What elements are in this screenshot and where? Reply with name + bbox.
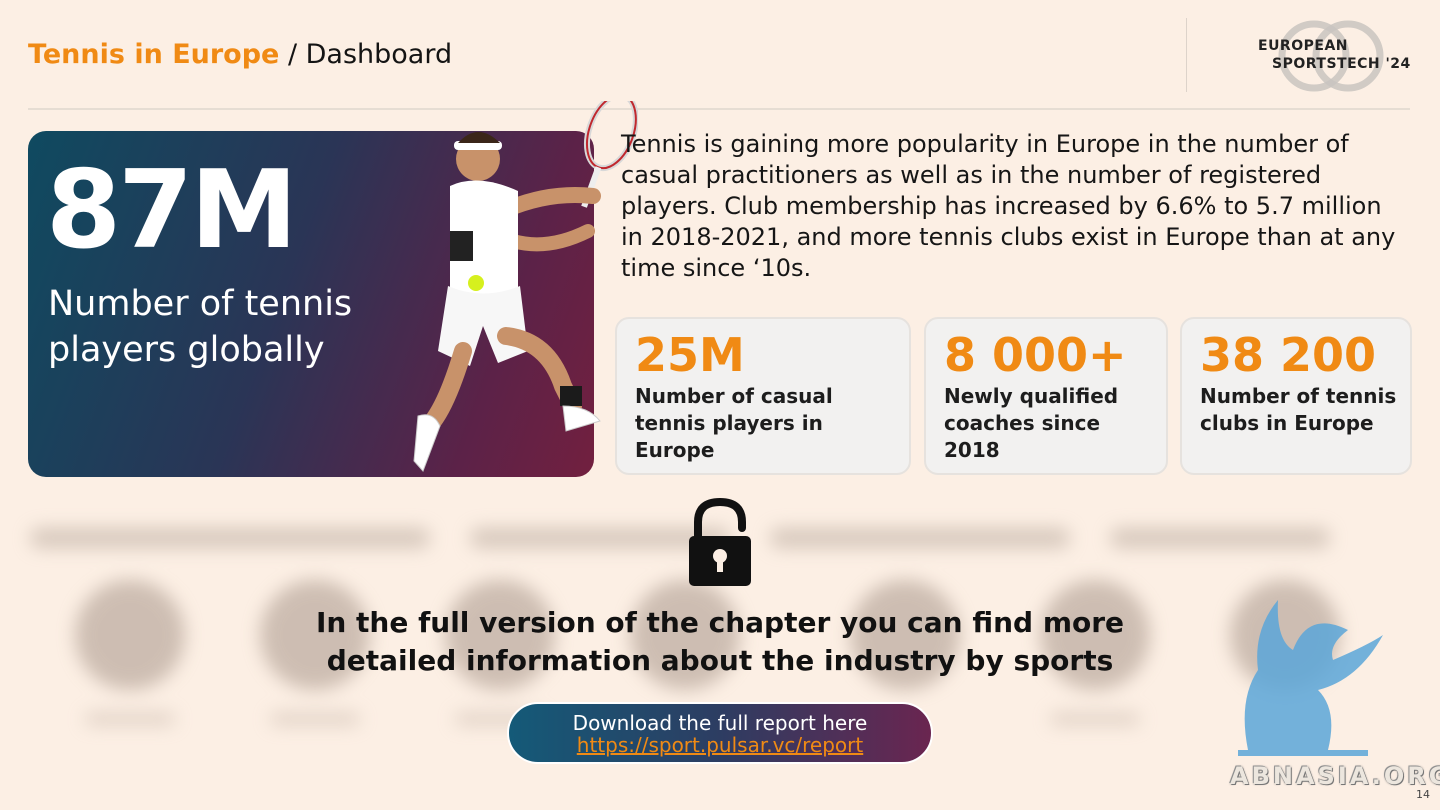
stat-value: 38 200 [1200, 328, 1377, 382]
hero-value: 87M [46, 148, 298, 273]
stat-card-coaches: 8 000+ Newly qualified coaches since 201… [924, 317, 1168, 475]
header-divider-vertical [1186, 18, 1187, 92]
intro-paragraph: Tennis is gaining more popularity in Eur… [621, 130, 1396, 282]
stat-value: 25M [635, 328, 745, 382]
tennis-player-image [413, 101, 638, 472]
stat-label: Newly qualified coaches since 2018 [944, 384, 1119, 462]
locked-content-message: In the full version of the chapter you c… [280, 604, 1160, 680]
logo-line2: SPORTSTECH '24 [1272, 56, 1411, 72]
griffin-watermark-icon [1238, 600, 1383, 756]
stat-card-casual-players: 25M Number of casual tennis players in E… [615, 317, 911, 475]
locked-message-line2: detailed information about the industry … [326, 644, 1114, 677]
download-report-button[interactable]: Download the full report here https://sp… [507, 702, 933, 764]
locked-message-line1: In the full version of the chapter you c… [315, 606, 1125, 639]
page-number: 14 [1416, 788, 1430, 801]
section-title: Tennis in Europe [28, 39, 280, 70]
stat-card-clubs: 38 200 Number of tennis clubs in Europe [1180, 317, 1412, 475]
stat-value: 8 000+ [944, 328, 1127, 382]
watermark-text: ABNASIA.ORG [1230, 762, 1440, 790]
header-divider-horizontal [28, 108, 1410, 110]
stat-label: Number of tennis clubs in Europe [1200, 384, 1397, 435]
download-report-text: Download the full report here [572, 711, 868, 735]
breadcrumb-dashboard: / Dashboard [279, 39, 453, 70]
hero-label: Number of tennis players globally [48, 284, 353, 370]
hero-stat-card: 87M Number of tennis players globally [28, 101, 638, 477]
event-logo: EUROPEAN SPORTSTECH '24 [1252, 18, 1412, 94]
report-link[interactable]: https://sport.pulsar.vc/report [509, 734, 931, 756]
logo-line1: EUROPEAN [1258, 38, 1348, 54]
stat-label: Number of casual tennis players in Europ… [635, 384, 833, 462]
page-title: Tennis in Europe / Dashboard [28, 38, 452, 72]
open-padlock-icon [689, 498, 751, 586]
